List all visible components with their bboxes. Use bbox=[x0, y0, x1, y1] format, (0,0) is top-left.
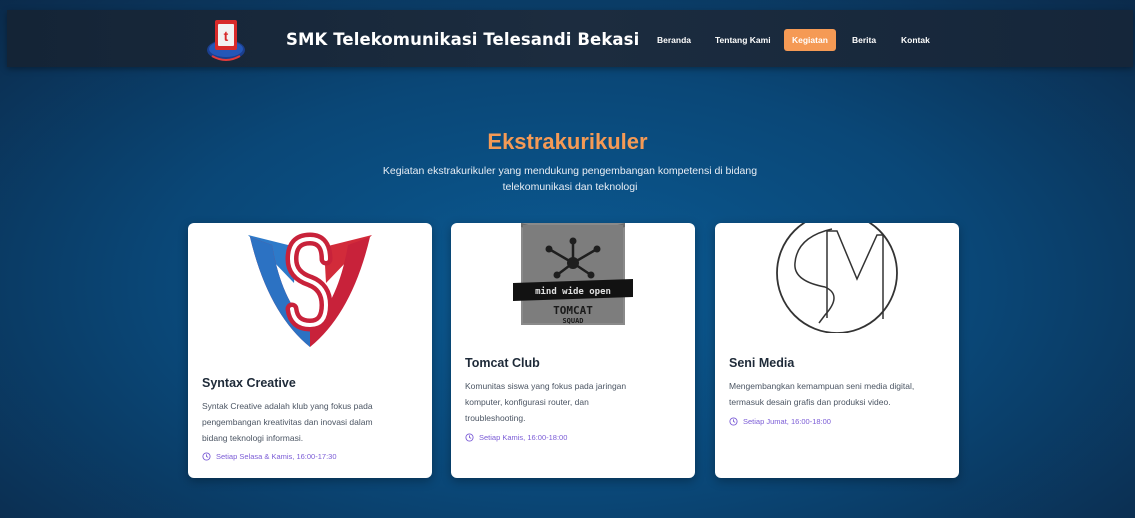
card-description: Komunitas siswa yang fokus pada jaringan… bbox=[465, 378, 683, 426]
card-seni-media[interactable]: Seni Media Mengembangkan kemampuan seni … bbox=[715, 223, 959, 478]
card-description: Syntak Creative adalah klub yang fokus p… bbox=[202, 398, 420, 446]
card-description-line: pengembangan kreativitas dan inovasi dal… bbox=[202, 417, 373, 427]
section-title: Ekstrakurikuler bbox=[487, 129, 648, 154]
tomcat-squad: SQUAD bbox=[562, 317, 583, 325]
card-schedule: Setiap Kamis, 16:00-18:00 bbox=[465, 433, 567, 442]
navbar: t SMK Telekomunikasi Telesandi Bekasi Be… bbox=[7, 10, 1133, 67]
page-background: t SMK Telekomunikasi Telesandi Bekasi Be… bbox=[0, 0, 1135, 518]
card-description-line: troubleshooting. bbox=[465, 413, 526, 423]
section-subtitle-line1: Kegiatan ekstrakurikuler yang mendukung … bbox=[382, 165, 758, 177]
clock-icon bbox=[729, 417, 738, 426]
card-description-line: bidang teknologi informasi. bbox=[202, 433, 304, 443]
nav-beranda[interactable]: Beranda bbox=[649, 29, 699, 51]
section-subtitle: Kegiatan ekstrakurikuler yang mendukung … bbox=[360, 163, 780, 195]
clock-icon bbox=[202, 452, 211, 461]
card-description-line: komputer, konfigurasi router, dan bbox=[465, 397, 589, 407]
nav-berita[interactable]: Berita bbox=[844, 29, 884, 51]
card-description: Mengembangkan kemampuan seni media digit… bbox=[729, 378, 947, 410]
card-description-line: Mengembangkan kemampuan seni media digit… bbox=[729, 381, 915, 391]
card-schedule: Setiap Jumat, 16:00-18:00 bbox=[729, 417, 831, 426]
card-title: Tomcat Club bbox=[465, 356, 540, 370]
clock-icon bbox=[465, 433, 474, 442]
card-schedule-text: Setiap Selasa & Kamis, 16:00-17:30 bbox=[216, 452, 337, 461]
seni-media-logo bbox=[776, 223, 898, 333]
card-syntax-creative[interactable]: Syntax Creative Syntak Creative adalah k… bbox=[188, 223, 432, 478]
card-schedule-text: Setiap Jumat, 16:00-18:00 bbox=[743, 417, 831, 426]
syntax-creative-logo bbox=[248, 232, 372, 347]
tomcat-squad-logo: mind wide open TOMCAT SQUAD bbox=[513, 223, 633, 325]
tomcat-name: TOMCAT bbox=[553, 304, 593, 317]
tomcat-tagline: mind wide open bbox=[535, 286, 611, 297]
nav-kegiatan[interactable]: Kegiatan bbox=[784, 29, 836, 51]
card-description-line: Syntak Creative adalah klub yang fokus p… bbox=[202, 401, 373, 411]
nav-tentang-kami[interactable]: Tentang Kami bbox=[707, 29, 779, 51]
section-subtitle-line2: telekomunikasi dan teknologi bbox=[502, 181, 638, 193]
card-description-line: Komunitas siswa yang fokus pada jaringan bbox=[465, 381, 627, 391]
card-schedule: Setiap Selasa & Kamis, 16:00-17:30 bbox=[202, 452, 337, 461]
main-nav: Beranda Tentang Kami Kegiatan Berita Kon… bbox=[7, 29, 1133, 51]
card-tomcat-club[interactable]: mind wide open TOMCAT SQUAD Tomcat Club … bbox=[451, 223, 695, 478]
card-schedule-text: Setiap Kamis, 16:00-18:00 bbox=[479, 433, 568, 442]
card-description-line: termasuk desain grafis dan produksi vide… bbox=[729, 397, 891, 407]
card-title: Syntax Creative bbox=[202, 376, 296, 390]
nav-kontak[interactable]: Kontak bbox=[893, 29, 938, 51]
card-title: Seni Media bbox=[729, 356, 795, 370]
